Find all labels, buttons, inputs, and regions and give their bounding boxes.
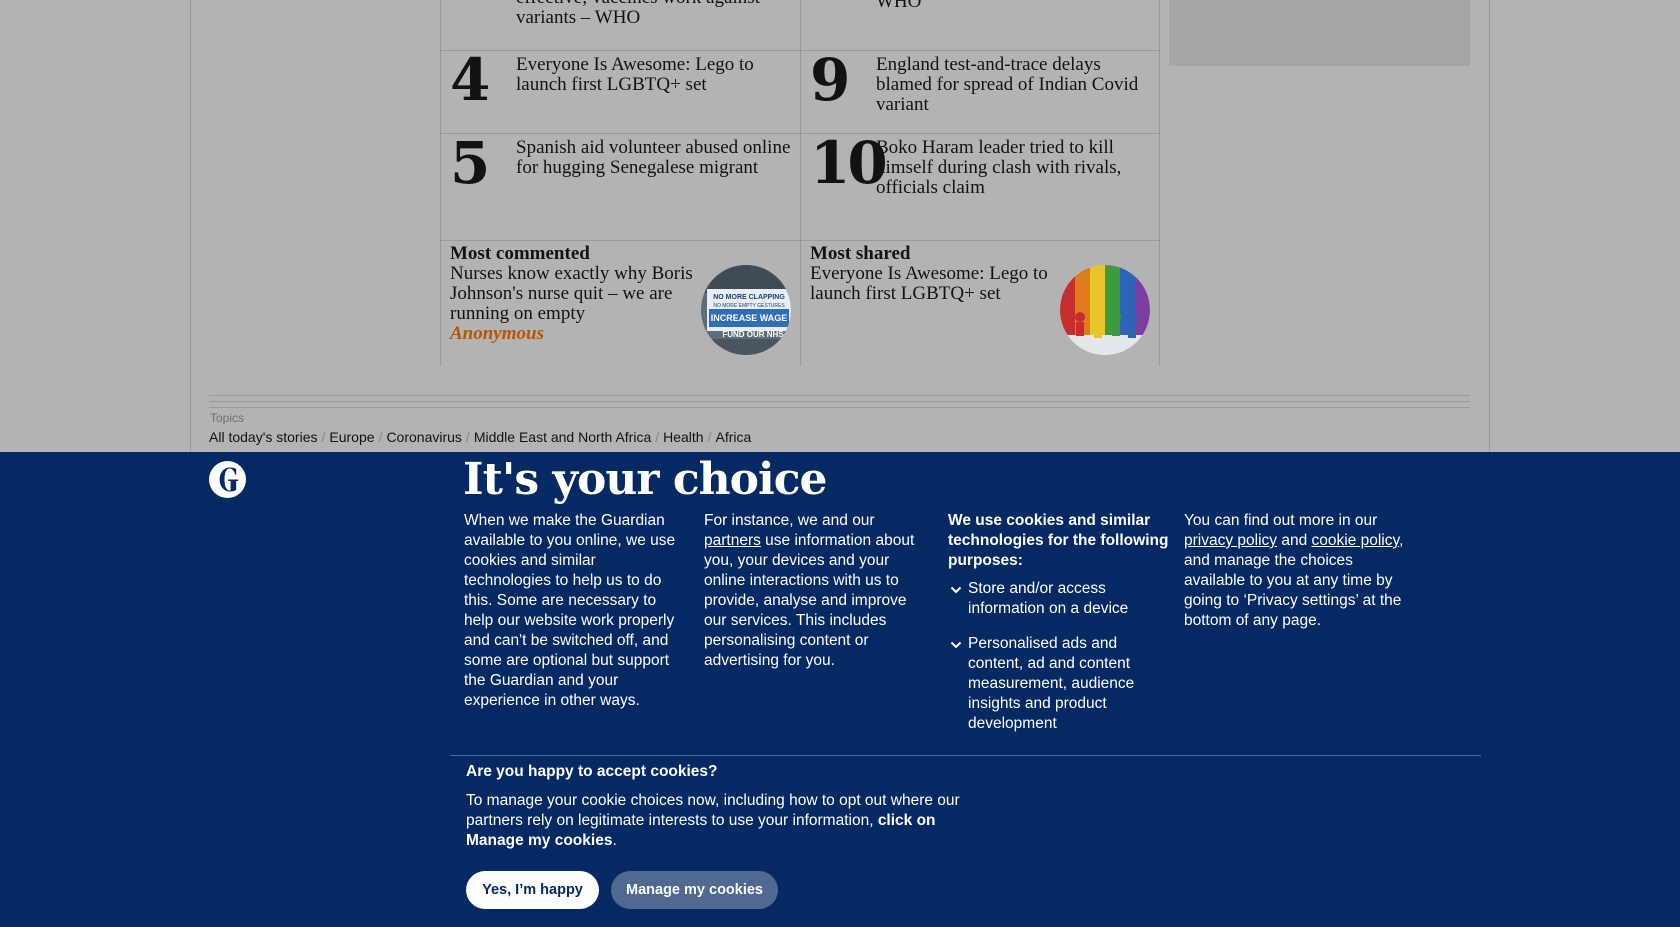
topic-separator: / xyxy=(465,429,470,445)
topics-list: All today's stories / Europe / Coronavirus / M… xyxy=(209,429,751,445)
headline-link[interactable]: WHO xyxy=(876,0,1151,12)
accept-question: Are you happy to accept cookies? xyxy=(466,763,718,780)
most-popular-item[interactable]: 9 England test-and-trace delays blamed f… xyxy=(800,51,1160,133)
svg-text:INCREASE WAGE: INCREASE WAGE xyxy=(711,313,788,323)
manage-instructions: To manage your cookie choices now, inclu… xyxy=(466,791,966,851)
purpose-item[interactable]: Store and/or access information on a dev… xyxy=(948,579,1170,619)
rank-number: 4 xyxy=(450,46,490,114)
most-popular-item[interactable]: effective; vaccines work against variant… xyxy=(440,0,800,50)
author-byline: Anonymous xyxy=(450,323,544,344)
topic-link[interactable]: Africa xyxy=(715,429,751,445)
topic-link[interactable]: Coronavirus xyxy=(386,429,461,445)
most-popular-row: 5 Spanish aid volunteer abused online fo… xyxy=(440,134,1160,240)
headline-link[interactable]: Everyone Is Awesome: Lego to launch firs… xyxy=(516,55,791,95)
ad-slot xyxy=(1169,0,1470,66)
chevron-down-icon xyxy=(950,582,962,594)
purposes-heading: We use cookies and similar technologies … xyxy=(948,512,1169,569)
topic-separator: / xyxy=(707,429,712,445)
headline-link[interactable]: Spanish aid volunteer abused online for … xyxy=(516,138,791,178)
most-shared-label: Most shared xyxy=(810,243,911,264)
cookie-consent-banner: It's your choice When we make the Guardi… xyxy=(0,452,1680,927)
topic-separator: / xyxy=(321,429,326,445)
text-fragment: You can find out more in our xyxy=(1184,512,1378,529)
most-shared-headline[interactable]: Everyone Is Awesome: Lego to launch firs… xyxy=(810,264,1055,304)
purposes-section: We use cookies and similar technologies … xyxy=(948,511,1170,734)
rank-number: 5 xyxy=(450,129,490,197)
consent-partners-text: For instance, we and our partners use in… xyxy=(704,511,926,671)
svg-text:FUND OUR NHS: FUND OUR NHS xyxy=(722,330,784,339)
headline-link[interactable]: Boko Haram leader tried to kill himself … xyxy=(876,138,1151,198)
most-commented-card[interactable]: Most commented Nurses know exactly why B… xyxy=(440,240,800,366)
most-popular-item[interactable]: 4 Everyone Is Awesome: Lego to launch fi… xyxy=(440,51,800,133)
topic-separator: / xyxy=(655,429,660,445)
manage-cookies-button[interactable]: Manage my cookies xyxy=(611,871,778,909)
most-commented-headline[interactable]: Nurses know exactly why Boris Johnson's … xyxy=(450,264,695,324)
most-commented-label: Most commented xyxy=(450,243,590,264)
most-popular-item[interactable]: WHO xyxy=(800,0,1160,50)
topics-label: Topics xyxy=(210,411,245,425)
headline-link[interactable]: effective; vaccines work against variant… xyxy=(516,0,791,28)
purpose-label: Store and/or access information on a dev… xyxy=(968,580,1129,617)
svg-text:NO MORE CLAPPING: NO MORE CLAPPING xyxy=(713,294,785,301)
partners-link[interactable]: partners xyxy=(704,532,761,549)
topics-divider xyxy=(209,395,1470,408)
accept-cookies-button[interactable]: Yes, I’m happy xyxy=(466,871,599,909)
text-fragment: . xyxy=(612,832,617,849)
privacy-policy-link[interactable]: privacy policy xyxy=(1184,532,1277,549)
most-popular-item[interactable]: 10 Boko Haram leader tried to kill himse… xyxy=(800,134,1160,240)
most-popular-item[interactable]: 5 Spanish aid volunteer abused online fo… xyxy=(440,134,800,240)
cookie-policy-link[interactable]: cookie policy xyxy=(1312,532,1400,549)
rank-number: 9 xyxy=(810,46,850,114)
most-popular-row: 4 Everyone Is Awesome: Lego to launch fi… xyxy=(440,51,1160,134)
rank-number: 10 xyxy=(810,129,888,197)
purpose-label: Personalised ads and content, ad and con… xyxy=(968,635,1135,732)
consent-divider xyxy=(450,755,1481,756)
text-fragment: and xyxy=(1277,532,1312,549)
topic-link[interactable]: Health xyxy=(663,429,703,445)
most-shared-card[interactable]: Most shared Everyone Is Awesome: Lego to… xyxy=(800,240,1160,366)
featured-cards: Most commented Nurses know exactly why B… xyxy=(440,240,1160,366)
headline-link[interactable]: England test-and-trace delays blamed for… xyxy=(876,55,1151,115)
protest-sign-image[interactable]: NO MORE CLAPPING NO MORE EMPTY GESTURES … xyxy=(701,265,791,355)
guardian-logo-icon xyxy=(209,461,246,498)
rainbow-lego-image[interactable] xyxy=(1060,265,1150,355)
topic-link[interactable]: Europe xyxy=(329,429,374,445)
policy-text: You can find out more in our privacy pol… xyxy=(1184,511,1414,631)
topic-link[interactable]: All today's stories xyxy=(209,429,318,445)
text-fragment: For instance, we and our xyxy=(704,512,875,529)
topic-separator: / xyxy=(378,429,383,445)
svg-text:NO MORE EMPTY GESTURES: NO MORE EMPTY GESTURES xyxy=(713,303,785,309)
consent-title: It's your choice xyxy=(463,454,827,505)
consent-intro-text: When we make the Guardian available to y… xyxy=(464,512,676,709)
topic-link[interactable]: Middle East and North Africa xyxy=(474,429,651,445)
text-fragment: use information about you, your devices … xyxy=(704,532,915,669)
chevron-down-icon xyxy=(950,637,962,649)
most-popular-row: effective; vaccines work against variant… xyxy=(440,0,1160,51)
purpose-item[interactable]: Personalised ads and content, ad and con… xyxy=(948,634,1170,734)
